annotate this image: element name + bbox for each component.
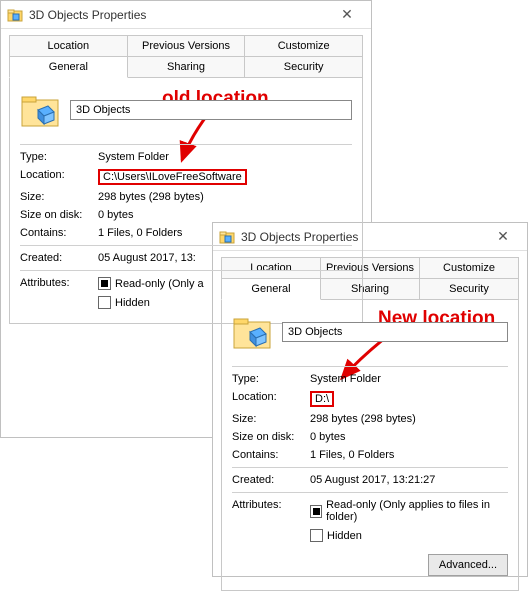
window-title: 3D Objects Properties	[29, 8, 329, 22]
size-on-disk-label: Size on disk:	[20, 209, 98, 221]
folder-name-field[interactable]: 3D Objects	[282, 322, 508, 342]
location-label: Location:	[232, 391, 310, 403]
separator	[20, 144, 352, 145]
separator	[20, 270, 352, 271]
contains-label: Contains:	[232, 449, 310, 461]
separator	[232, 492, 508, 493]
tabs-row-2: General Sharing Security	[221, 278, 519, 300]
tab-security[interactable]: Security	[420, 278, 519, 300]
type-label: Type:	[20, 151, 98, 163]
size-value: 298 bytes (298 bytes)	[310, 413, 508, 425]
hidden-checkbox[interactable]	[310, 529, 323, 542]
folder-name-field[interactable]: 3D Objects	[70, 100, 352, 120]
size-label: Size:	[232, 413, 310, 425]
created-label: Created:	[232, 474, 310, 486]
tabs-row-1: Location Previous Versions Customize	[9, 35, 363, 56]
contains-value: 1 Files, 0 Folders	[310, 449, 508, 461]
hidden-checkbox[interactable]	[98, 296, 111, 309]
size-label: Size:	[20, 191, 98, 203]
folder-icon-small	[7, 7, 23, 23]
size-on-disk-value: 0 bytes	[98, 209, 352, 221]
hidden-label: Hidden	[327, 530, 362, 542]
size-value: 298 bytes (298 bytes)	[98, 191, 352, 203]
readonly-checkbox[interactable]	[98, 277, 111, 290]
type-value: System Folder	[98, 151, 352, 163]
contains-value: 1 Files, 0 Folders	[98, 227, 352, 239]
separator	[20, 245, 352, 246]
tab-body: 3D Objects Type:System Folder Location:D…	[221, 299, 519, 591]
size-on-disk-label: Size on disk:	[232, 431, 310, 443]
created-label: Created:	[20, 252, 98, 264]
close-button[interactable]: ✕	[485, 228, 521, 245]
titlebar: 3D Objects Properties ✕	[1, 1, 371, 29]
location-value: C:\Users\ILoveFreeSoftware	[98, 169, 247, 185]
tab-customize[interactable]: Customize	[245, 35, 363, 56]
location-value: D:\	[310, 391, 334, 407]
tab-general[interactable]: General	[221, 278, 321, 300]
created-value: 05 August 2017, 13:21:27	[310, 474, 508, 486]
type-label: Type:	[232, 373, 310, 385]
attributes-label: Attributes:	[232, 499, 310, 511]
size-on-disk-value: 0 bytes	[310, 431, 508, 443]
readonly-label: Read-only (Only a	[115, 278, 204, 290]
tab-location[interactable]: Location	[9, 35, 128, 56]
tabs-row-2: General Sharing Security	[9, 56, 363, 78]
separator	[232, 366, 508, 367]
folder-3d-icon	[232, 312, 272, 352]
advanced-button[interactable]: Advanced...	[428, 554, 508, 576]
type-value: System Folder	[310, 373, 508, 385]
tab-sharing[interactable]: Sharing	[128, 56, 246, 78]
tab-previous-versions[interactable]: Previous Versions	[128, 35, 246, 56]
folder-3d-icon	[20, 90, 60, 130]
readonly-checkbox[interactable]	[310, 505, 322, 518]
created-value: 05 August 2017, 13:	[98, 252, 352, 264]
tab-security[interactable]: Security	[245, 56, 363, 78]
readonly-label: Read-only (Only applies to files in fold…	[326, 499, 508, 523]
location-label: Location:	[20, 169, 98, 181]
tab-customize[interactable]: Customize	[420, 257, 519, 278]
attributes-label: Attributes:	[20, 277, 98, 289]
separator	[232, 467, 508, 468]
hidden-label: Hidden	[115, 297, 150, 309]
contains-label: Contains:	[20, 227, 98, 239]
tab-general[interactable]: General	[9, 56, 128, 78]
close-button[interactable]: ✕	[329, 6, 365, 23]
